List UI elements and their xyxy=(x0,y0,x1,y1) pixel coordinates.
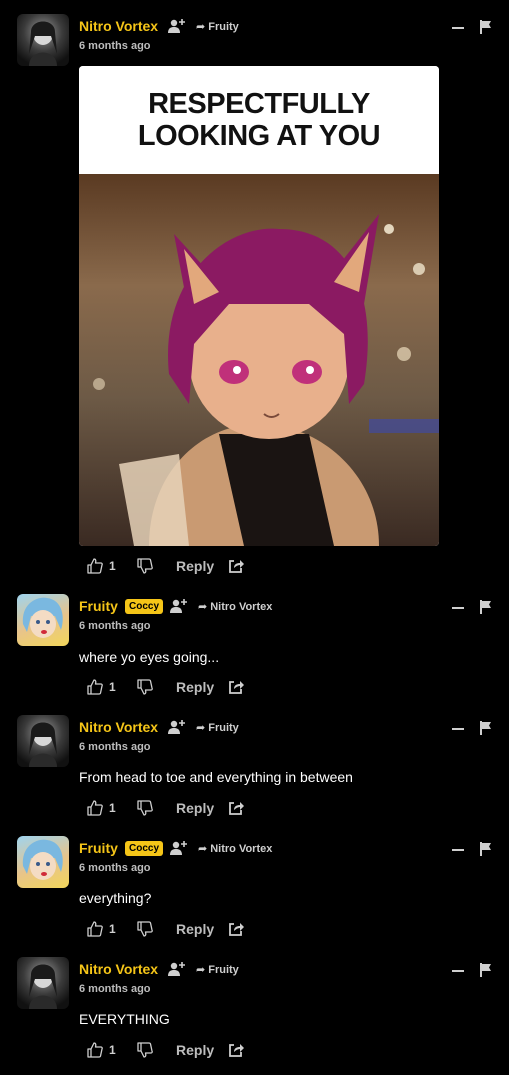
timestamp: 6 months ago xyxy=(79,862,151,874)
reply-to-name: Fruity xyxy=(208,964,239,976)
meme-caption: RESPECTFULLY LOOKING AT YOU xyxy=(79,66,439,174)
avatar[interactable] xyxy=(17,715,69,767)
like-count: 1 xyxy=(109,1043,116,1057)
reply-button[interactable]: Reply xyxy=(176,558,214,574)
flag-icon[interactable] xyxy=(480,842,492,856)
thumbs-up-icon[interactable] xyxy=(87,1042,103,1058)
minimize-icon[interactable] xyxy=(452,849,464,851)
comment-text: From head to toe and everything in betwe… xyxy=(79,769,353,785)
timestamp: 6 months ago xyxy=(79,983,151,995)
timestamp: 6 months ago xyxy=(79,40,151,52)
author-name[interactable]: Fruity xyxy=(79,598,118,614)
reply-arrow-icon: ➦ xyxy=(198,601,208,613)
reply-to[interactable]: ➦ Fruity xyxy=(196,20,239,33)
reply-to-name: Fruity xyxy=(208,21,239,33)
comment-actions: 1 Reply xyxy=(87,558,267,576)
flag-icon[interactable] xyxy=(480,600,492,614)
avatar[interactable] xyxy=(17,957,69,1009)
minimize-icon[interactable] xyxy=(452,970,464,972)
follow-icon[interactable] xyxy=(168,961,186,977)
follow-icon[interactable] xyxy=(168,18,186,34)
status-badge: Coccy xyxy=(125,599,164,614)
reply-to-name: Nitro Vortex xyxy=(210,601,273,613)
comment-text: where yo eyes going... xyxy=(79,649,220,665)
like-count: 1 xyxy=(109,801,116,815)
follow-icon[interactable] xyxy=(170,840,188,856)
author-name[interactable]: Fruity xyxy=(79,840,118,856)
share-icon[interactable] xyxy=(228,1042,244,1058)
anime-character-illustration xyxy=(93,214,439,546)
minimize-icon[interactable] xyxy=(452,728,464,730)
comment-actions: 1 Reply xyxy=(87,1042,267,1060)
share-icon[interactable] xyxy=(228,921,244,937)
comment-actions: 1 Reply xyxy=(87,800,267,818)
avatar[interactable] xyxy=(17,594,69,646)
comment-text: everything? xyxy=(79,890,152,906)
meme-image[interactable]: RESPECTFULLY LOOKING AT YOU xyxy=(79,66,439,546)
thumbs-down-icon[interactable] xyxy=(137,1042,153,1058)
thumbs-up-icon[interactable] xyxy=(87,679,103,695)
flag-icon[interactable] xyxy=(480,20,492,34)
meme-photo xyxy=(79,174,439,546)
meme-caption-line2: LOOKING AT YOU xyxy=(137,120,381,152)
author-name[interactable]: Nitro Vortex xyxy=(79,18,158,34)
reply-to[interactable]: ➦ Fruity xyxy=(196,963,239,976)
share-icon[interactable] xyxy=(228,800,244,816)
thumbs-down-icon[interactable] xyxy=(137,921,153,937)
reply-arrow-icon: ➦ xyxy=(196,964,206,976)
thumbs-up-icon[interactable] xyxy=(87,558,103,574)
timestamp: 6 months ago xyxy=(79,741,151,753)
follow-icon[interactable] xyxy=(170,598,188,614)
avatar[interactable] xyxy=(17,836,69,888)
reply-button[interactable]: Reply xyxy=(176,921,214,937)
reply-to-name: Nitro Vortex xyxy=(210,843,273,855)
reply-to[interactable]: ➦ Nitro Vortex xyxy=(198,842,272,855)
thumbs-down-icon[interactable] xyxy=(137,558,153,574)
thumbs-down-icon[interactable] xyxy=(137,800,153,816)
reply-arrow-icon: ➦ xyxy=(196,722,206,734)
like-count: 1 xyxy=(109,680,116,694)
share-icon[interactable] xyxy=(228,558,244,574)
comment-text: EVERYTHING xyxy=(79,1011,170,1027)
author-name[interactable]: Nitro Vortex xyxy=(79,961,158,977)
meme-caption-line1: RESPECTFULLY xyxy=(148,88,370,120)
reply-button[interactable]: Reply xyxy=(176,800,214,816)
avatar[interactable] xyxy=(17,14,69,66)
minimize-icon[interactable] xyxy=(452,607,464,609)
like-count: 1 xyxy=(109,559,116,573)
comment-actions: 1 Reply xyxy=(87,679,267,697)
timestamp: 6 months ago xyxy=(79,620,151,632)
thumbs-down-icon[interactable] xyxy=(137,679,153,695)
status-badge: Coccy xyxy=(125,841,164,856)
follow-icon[interactable] xyxy=(168,719,186,735)
reply-to[interactable]: ➦ Fruity xyxy=(196,721,239,734)
thumbs-up-icon[interactable] xyxy=(87,921,103,937)
reply-arrow-icon: ➦ xyxy=(196,21,206,33)
thumbs-up-icon[interactable] xyxy=(87,800,103,816)
reply-arrow-icon: ➦ xyxy=(198,843,208,855)
author-name[interactable]: Nitro Vortex xyxy=(79,719,158,735)
reply-to-name: Fruity xyxy=(208,722,239,734)
flag-icon[interactable] xyxy=(480,721,492,735)
reply-to[interactable]: ➦ Nitro Vortex xyxy=(198,600,272,613)
comment-actions: 1 Reply xyxy=(87,921,267,939)
minimize-icon[interactable] xyxy=(452,27,464,29)
like-count: 1 xyxy=(109,922,116,936)
reply-button[interactable]: Reply xyxy=(176,1042,214,1058)
share-icon[interactable] xyxy=(228,679,244,695)
flag-icon[interactable] xyxy=(480,963,492,977)
reply-button[interactable]: Reply xyxy=(176,679,214,695)
